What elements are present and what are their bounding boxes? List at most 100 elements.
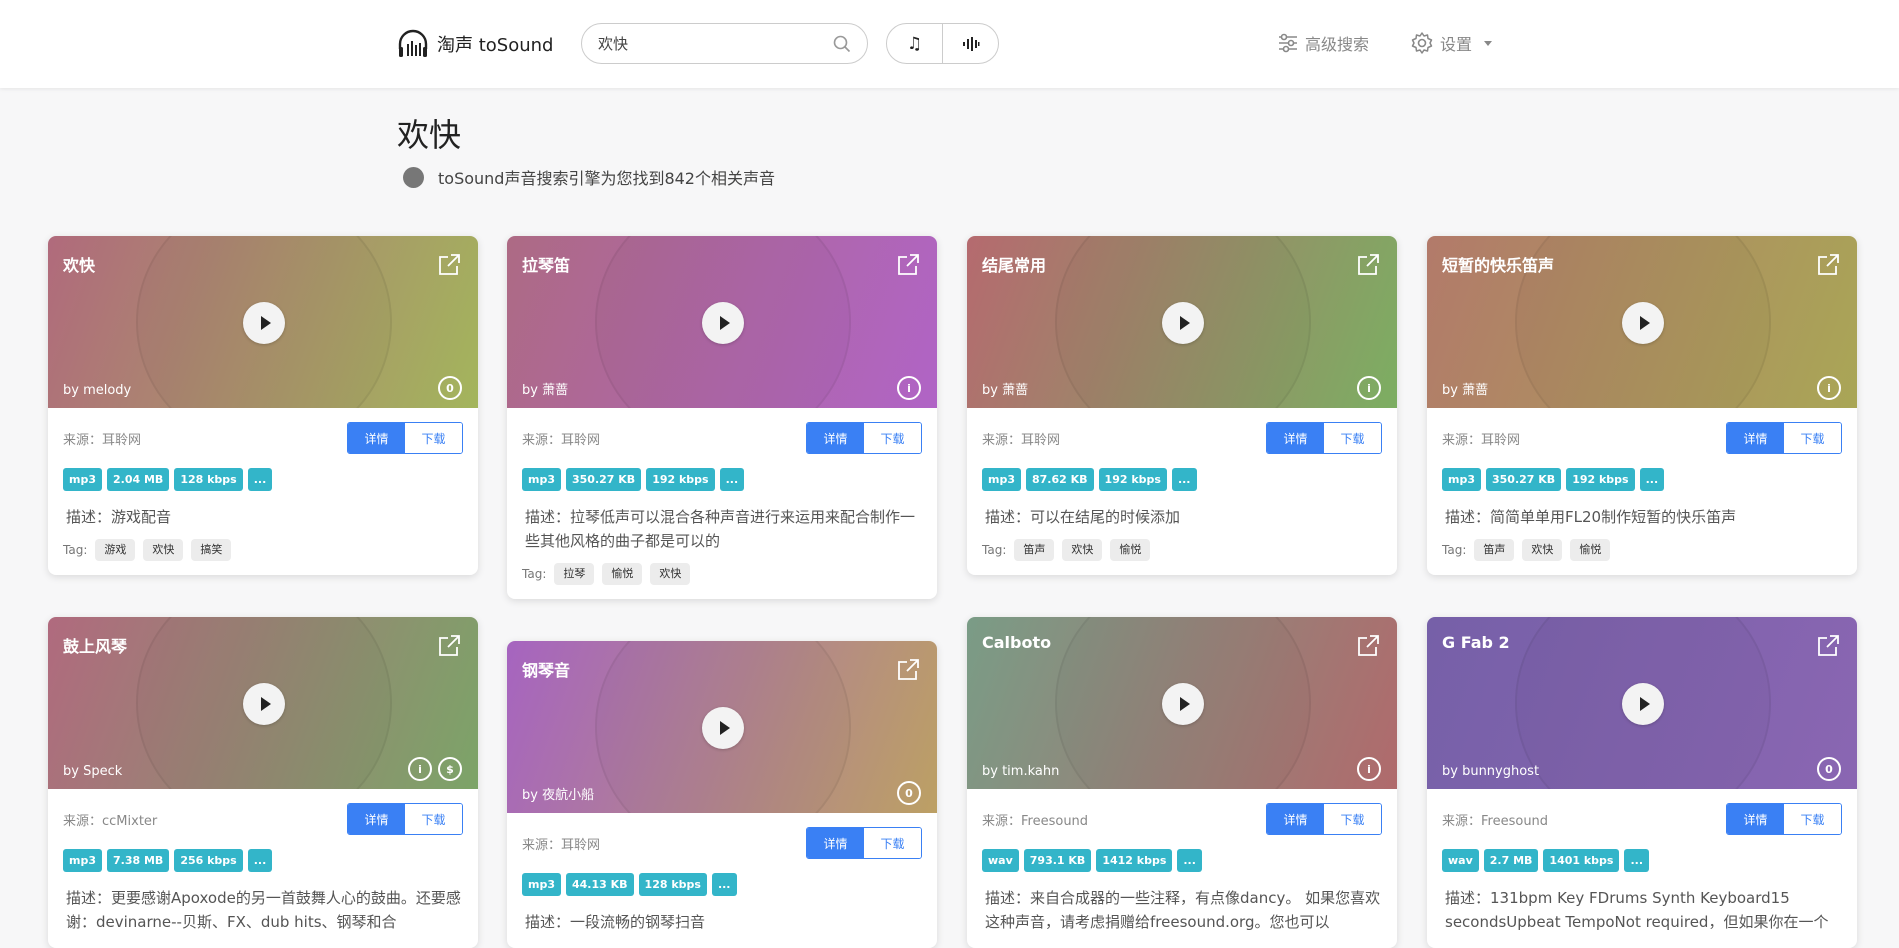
sound-author[interactable]: by tim.kahn bbox=[982, 764, 1059, 779]
attribution-license-icon[interactable]: i bbox=[408, 757, 432, 781]
advanced-search-link[interactable]: 高级搜索 bbox=[1277, 31, 1369, 55]
tag[interactable]: 欢快 bbox=[1062, 539, 1103, 561]
sound-source: 来源：Freesound bbox=[1442, 813, 1549, 829]
sound-source: 来源：耳聆网 bbox=[522, 432, 601, 448]
play-button[interactable] bbox=[243, 302, 285, 344]
attribution-license-icon[interactable]: i bbox=[1357, 376, 1381, 400]
sound-author[interactable]: by melody bbox=[63, 383, 131, 398]
download-button[interactable]: 下载 bbox=[1784, 423, 1841, 453]
external-link-icon[interactable] bbox=[1355, 252, 1381, 278]
detail-button[interactable]: 详情 bbox=[1267, 804, 1324, 834]
external-link-icon[interactable] bbox=[1355, 633, 1381, 659]
download-button[interactable]: 下载 bbox=[405, 804, 462, 834]
tag[interactable]: 欢快 bbox=[143, 539, 184, 561]
tag[interactable]: 欢快 bbox=[650, 563, 691, 585]
format-badge: mp3 bbox=[63, 468, 102, 491]
sound-source: 来源：Freesound bbox=[982, 813, 1089, 829]
sound-title[interactable]: 拉琴笛 bbox=[522, 252, 570, 276]
sound-title[interactable]: 欢快 bbox=[63, 252, 95, 276]
tag[interactable]: 欢快 bbox=[1522, 539, 1563, 561]
more-badge[interactable]: ... bbox=[247, 468, 273, 491]
tag-prefix: Tag: bbox=[1442, 543, 1467, 557]
sound-author[interactable]: by 萧蔷 bbox=[982, 379, 1028, 398]
attribution-license-icon[interactable]: i bbox=[897, 376, 921, 400]
external-link-icon[interactable] bbox=[895, 657, 921, 683]
sound-title[interactable]: 鼓上风琴 bbox=[63, 633, 127, 657]
tag[interactable]: 愉悦 bbox=[1570, 539, 1611, 561]
action-buttons: 详情 下载 bbox=[1266, 803, 1382, 835]
sound-author[interactable]: by Speck bbox=[63, 764, 122, 779]
detail-button[interactable]: 详情 bbox=[348, 804, 405, 834]
tag[interactable]: 搞笑 bbox=[191, 539, 232, 561]
download-button[interactable]: 下载 bbox=[864, 828, 921, 858]
cc0-license-icon[interactable]: 0 bbox=[1817, 757, 1841, 781]
sound-author[interactable]: by 萧蔷 bbox=[522, 379, 568, 398]
size-badge: 793.1 KB bbox=[1023, 849, 1092, 872]
sound-title[interactable]: Calboto bbox=[982, 633, 1051, 652]
detail-button[interactable]: 详情 bbox=[1267, 423, 1324, 453]
noncommercial-license-icon[interactable]: $ bbox=[438, 757, 462, 781]
sound-title[interactable]: 结尾常用 bbox=[982, 252, 1046, 276]
more-badge[interactable]: ... bbox=[711, 873, 737, 896]
sound-author[interactable]: by bunnyghost bbox=[1442, 764, 1539, 779]
play-button[interactable] bbox=[1622, 683, 1664, 725]
external-link-icon[interactable] bbox=[436, 252, 462, 278]
tag[interactable]: 愉悦 bbox=[602, 563, 643, 585]
external-link-icon[interactable] bbox=[895, 252, 921, 278]
waveform-icon bbox=[962, 36, 979, 51]
sound-author[interactable]: by 夜航小船 bbox=[522, 784, 594, 803]
sound-title[interactable]: 短暂的快乐笛声 bbox=[1442, 252, 1554, 276]
sound-description: 描述：一段流畅的钢琴扫音 bbox=[522, 910, 922, 934]
external-link-icon[interactable] bbox=[436, 633, 462, 659]
card-body: 来源：耳聆网 详情 下载 mp3 44.13 KB 128 kbps ... 描… bbox=[507, 813, 937, 948]
settings-dropdown[interactable]: 设置 bbox=[1410, 31, 1493, 55]
external-link-icon[interactable] bbox=[1815, 633, 1841, 659]
detail-button[interactable]: 详情 bbox=[348, 423, 405, 453]
detail-button[interactable]: 详情 bbox=[1727, 804, 1784, 834]
music-mode-button[interactable]: ♫ bbox=[887, 24, 942, 63]
sound-source: 来源：耳聆网 bbox=[1442, 432, 1521, 448]
download-button[interactable]: 下载 bbox=[1324, 423, 1381, 453]
play-button[interactable] bbox=[702, 707, 744, 749]
search-input[interactable] bbox=[598, 34, 833, 53]
more-badge[interactable]: ... bbox=[247, 849, 273, 872]
download-button[interactable]: 下载 bbox=[1784, 804, 1841, 834]
attribution-license-icon[interactable]: i bbox=[1817, 376, 1841, 400]
download-button[interactable]: 下载 bbox=[405, 423, 462, 453]
tag-list: Tag: 笛声 欢快 愉悦 bbox=[982, 539, 1382, 561]
more-badge[interactable]: ... bbox=[719, 468, 745, 491]
search-icon[interactable] bbox=[833, 35, 851, 53]
sound-title[interactable]: G Fab 2 bbox=[1442, 633, 1510, 652]
tag[interactable]: 拉琴 bbox=[554, 563, 595, 585]
more-badge[interactable]: ... bbox=[1639, 468, 1665, 491]
detail-button[interactable]: 详情 bbox=[807, 423, 864, 453]
detail-button[interactable]: 详情 bbox=[807, 828, 864, 858]
play-button[interactable] bbox=[1162, 302, 1204, 344]
play-button[interactable] bbox=[243, 683, 285, 725]
download-button[interactable]: 下载 bbox=[1324, 804, 1381, 834]
license-icons: 0 bbox=[1817, 757, 1841, 781]
play-button[interactable] bbox=[702, 302, 744, 344]
tag[interactable]: 笛声 bbox=[1014, 539, 1055, 561]
external-link-icon[interactable] bbox=[1815, 252, 1841, 278]
download-button[interactable]: 下载 bbox=[864, 423, 921, 453]
tag[interactable]: 笛声 bbox=[1474, 539, 1515, 561]
detail-button[interactable]: 详情 bbox=[1727, 423, 1784, 453]
more-badge[interactable]: ... bbox=[1177, 849, 1202, 872]
play-button[interactable] bbox=[1162, 683, 1204, 725]
result-summary: toSound声音搜索引擎为您找到842个相关声音 bbox=[403, 165, 775, 189]
play-button[interactable] bbox=[1622, 302, 1664, 344]
more-badge[interactable]: ... bbox=[1624, 849, 1650, 872]
file-meta: mp3 87.62 KB 192 kbps ... bbox=[982, 468, 1382, 491]
more-badge[interactable]: ... bbox=[1171, 468, 1197, 491]
sound-author[interactable]: by 萧蔷 bbox=[1442, 379, 1488, 398]
cc0-license-icon[interactable]: 0 bbox=[438, 376, 462, 400]
cc0-license-icon[interactable]: 0 bbox=[897, 781, 921, 805]
sound-mode-button[interactable] bbox=[942, 24, 998, 63]
result-count-text: toSound声音搜索引擎为您找到842个相关声音 bbox=[438, 169, 775, 188]
tag[interactable]: 游戏 bbox=[95, 539, 136, 561]
sound-title[interactable]: 钢琴音 bbox=[522, 657, 570, 681]
tag[interactable]: 愉悦 bbox=[1110, 539, 1151, 561]
logo[interactable]: 淘声 toSound bbox=[397, 28, 553, 60]
attribution-license-icon[interactable]: i bbox=[1357, 757, 1381, 781]
